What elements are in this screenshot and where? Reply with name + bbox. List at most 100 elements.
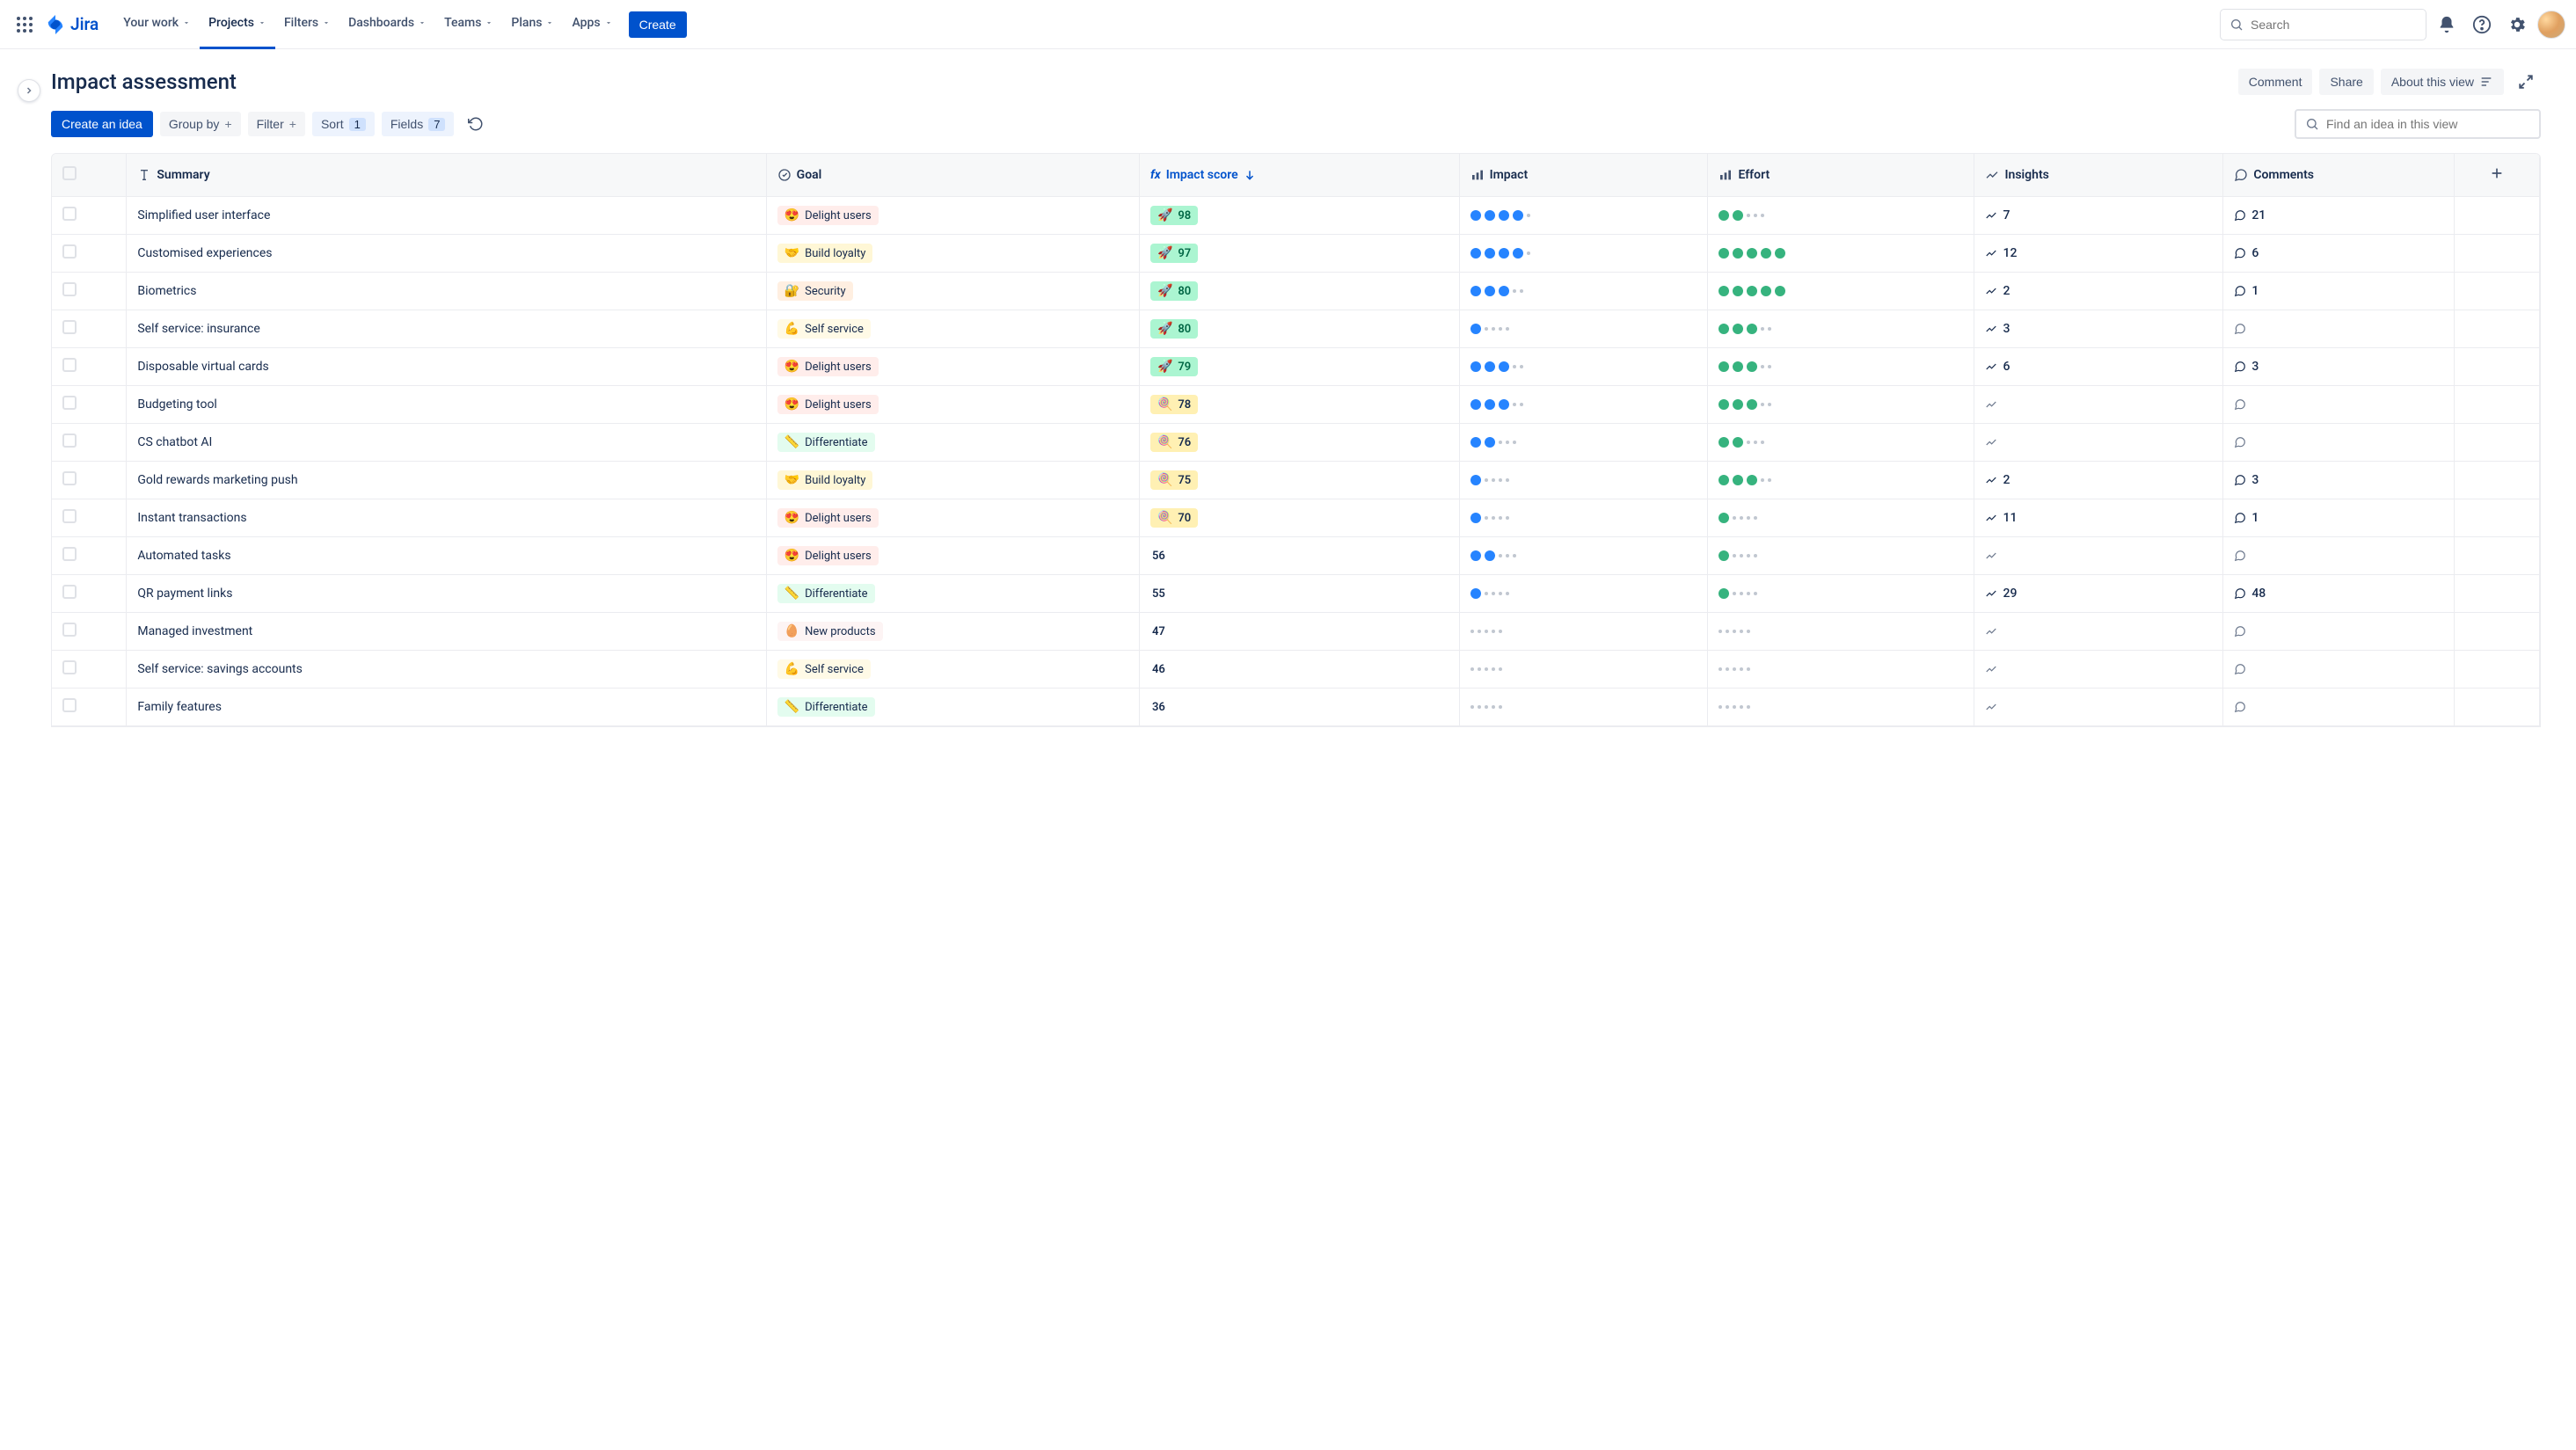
comments-cell[interactable]: 3 — [2234, 360, 2443, 374]
fullscreen-icon[interactable] — [2511, 67, 2541, 97]
comments-cell[interactable] — [2234, 436, 2443, 448]
goal-chip[interactable]: 😍Delight users — [777, 508, 879, 528]
nav-item-apps[interactable]: Apps — [563, 0, 621, 49]
insights-cell[interactable]: 2 — [1985, 473, 2212, 487]
row-checkbox[interactable] — [62, 282, 77, 296]
goal-chip[interactable]: 🥚New products — [777, 622, 883, 641]
insights-cell[interactable]: 3 — [1985, 322, 2212, 336]
impact-cell[interactable] — [1459, 613, 1708, 651]
user-avatar[interactable] — [2537, 11, 2565, 39]
global-search[interactable] — [2220, 9, 2426, 40]
table-row[interactable]: Automated tasks 😍Delight users 56 — [52, 537, 2540, 575]
effort-cell[interactable] — [1708, 689, 1974, 726]
effort-cell[interactable] — [1708, 235, 1974, 273]
app-switcher-icon[interactable] — [11, 11, 39, 39]
nav-item-your-work[interactable]: Your work — [114, 0, 200, 49]
row-checkbox[interactable] — [62, 623, 77, 637]
insights-cell[interactable]: 11 — [1985, 511, 2212, 525]
settings-icon[interactable] — [2502, 10, 2532, 40]
table-row[interactable]: Disposable virtual cards 😍Delight users … — [52, 348, 2540, 386]
goal-chip[interactable]: 🔐Security — [777, 281, 853, 301]
row-checkbox[interactable] — [62, 207, 77, 221]
insights-cell[interactable] — [1985, 701, 2212, 713]
impact-cell[interactable] — [1459, 651, 1708, 689]
nav-item-plans[interactable]: Plans — [502, 0, 563, 49]
impact-cell[interactable] — [1459, 689, 1708, 726]
impact-cell[interactable] — [1459, 462, 1708, 499]
nav-item-dashboards[interactable]: Dashboards — [339, 0, 435, 49]
row-checkbox[interactable] — [62, 660, 77, 674]
impact-cell[interactable] — [1459, 424, 1708, 462]
comments-cell[interactable] — [2234, 398, 2443, 411]
goal-chip[interactable]: 😍Delight users — [777, 357, 879, 376]
row-checkbox[interactable] — [62, 547, 77, 561]
table-row[interactable]: Biometrics 🔐Security 🚀80 2 1 — [52, 273, 2540, 310]
insights-cell[interactable]: 7 — [1985, 208, 2212, 222]
table-row[interactable]: Instant transactions 😍Delight users 🍭70 … — [52, 499, 2540, 537]
table-row[interactable]: Self service: savings accounts 💪Self ser… — [52, 651, 2540, 689]
impact-cell[interactable] — [1459, 310, 1708, 348]
table-row[interactable]: Budgeting tool 😍Delight users 🍭78 — [52, 386, 2540, 424]
create-idea-button[interactable]: Create an idea — [51, 111, 153, 137]
row-checkbox[interactable] — [62, 471, 77, 485]
sort-chip[interactable]: Sort1 — [312, 112, 375, 136]
goal-chip[interactable]: 😍Delight users — [777, 546, 879, 565]
create-button[interactable]: Create — [629, 11, 687, 38]
row-checkbox[interactable] — [62, 434, 77, 448]
goal-chip[interactable]: 📏Differentiate — [777, 433, 875, 452]
table-row[interactable]: Simplified user interface 😍Delight users… — [52, 197, 2540, 235]
expand-sidebar-button[interactable] — [18, 79, 40, 102]
comments-cell[interactable] — [2234, 323, 2443, 335]
impact-cell[interactable] — [1459, 499, 1708, 537]
goal-chip[interactable]: 😍Delight users — [777, 395, 879, 414]
effort-cell[interactable] — [1708, 651, 1974, 689]
impact-cell[interactable] — [1459, 537, 1708, 575]
about-view-button[interactable]: About this view — [2381, 69, 2504, 95]
row-checkbox[interactable] — [62, 509, 77, 523]
insights-cell[interactable]: 12 — [1985, 246, 2212, 260]
comments-cell[interactable] — [2234, 701, 2443, 713]
effort-cell[interactable] — [1708, 386, 1974, 424]
insights-cell[interactable]: 29 — [1985, 587, 2212, 601]
row-checkbox[interactable] — [62, 244, 77, 259]
nav-item-filters[interactable]: Filters — [275, 0, 339, 49]
goal-chip[interactable]: 📏Differentiate — [777, 697, 875, 717]
insights-cell[interactable] — [1985, 436, 2212, 448]
impact-cell[interactable] — [1459, 235, 1708, 273]
table-row[interactable]: QR payment links 📏Differentiate 55 29 48 — [52, 575, 2540, 613]
comments-cell[interactable]: 48 — [2234, 587, 2443, 601]
comments-cell[interactable]: 6 — [2234, 246, 2443, 260]
table-row[interactable]: Family features 📏Differentiate 36 — [52, 689, 2540, 726]
comments-cell[interactable] — [2234, 625, 2443, 638]
effort-cell[interactable] — [1708, 613, 1974, 651]
row-checkbox[interactable] — [62, 358, 77, 372]
table-row[interactable]: Customised experiences 🤝Build loyalty 🚀9… — [52, 235, 2540, 273]
effort-cell[interactable] — [1708, 499, 1974, 537]
add-column-button[interactable] — [2454, 154, 2539, 197]
find-idea-input[interactable] — [2326, 117, 2530, 131]
table-row[interactable]: Managed investment 🥚New products 47 — [52, 613, 2540, 651]
jira-logo[interactable]: Jira — [46, 14, 99, 34]
row-checkbox[interactable] — [62, 320, 77, 334]
effort-cell[interactable] — [1708, 462, 1974, 499]
nav-item-teams[interactable]: Teams — [435, 0, 502, 49]
insights-cell[interactable] — [1985, 550, 2212, 562]
comments-cell[interactable] — [2234, 663, 2443, 675]
row-checkbox[interactable] — [62, 396, 77, 410]
effort-cell[interactable] — [1708, 348, 1974, 386]
goal-chip[interactable]: 📏Differentiate — [777, 584, 875, 603]
insights-cell[interactable] — [1985, 625, 2212, 638]
impact-cell[interactable] — [1459, 197, 1708, 235]
fields-chip[interactable]: Fields7 — [382, 112, 455, 136]
notifications-icon[interactable] — [2432, 10, 2462, 40]
impact-cell[interactable] — [1459, 575, 1708, 613]
filter-chip[interactable]: Filter+ — [248, 112, 305, 136]
nav-item-projects[interactable]: Projects — [200, 0, 275, 49]
row-checkbox[interactable] — [62, 698, 77, 712]
effort-cell[interactable] — [1708, 537, 1974, 575]
autosave-icon[interactable] — [461, 109, 491, 139]
effort-cell[interactable] — [1708, 424, 1974, 462]
find-idea-box[interactable] — [2295, 109, 2541, 139]
goal-chip[interactable]: 💪Self service — [777, 319, 871, 339]
insights-cell[interactable]: 2 — [1985, 284, 2212, 298]
